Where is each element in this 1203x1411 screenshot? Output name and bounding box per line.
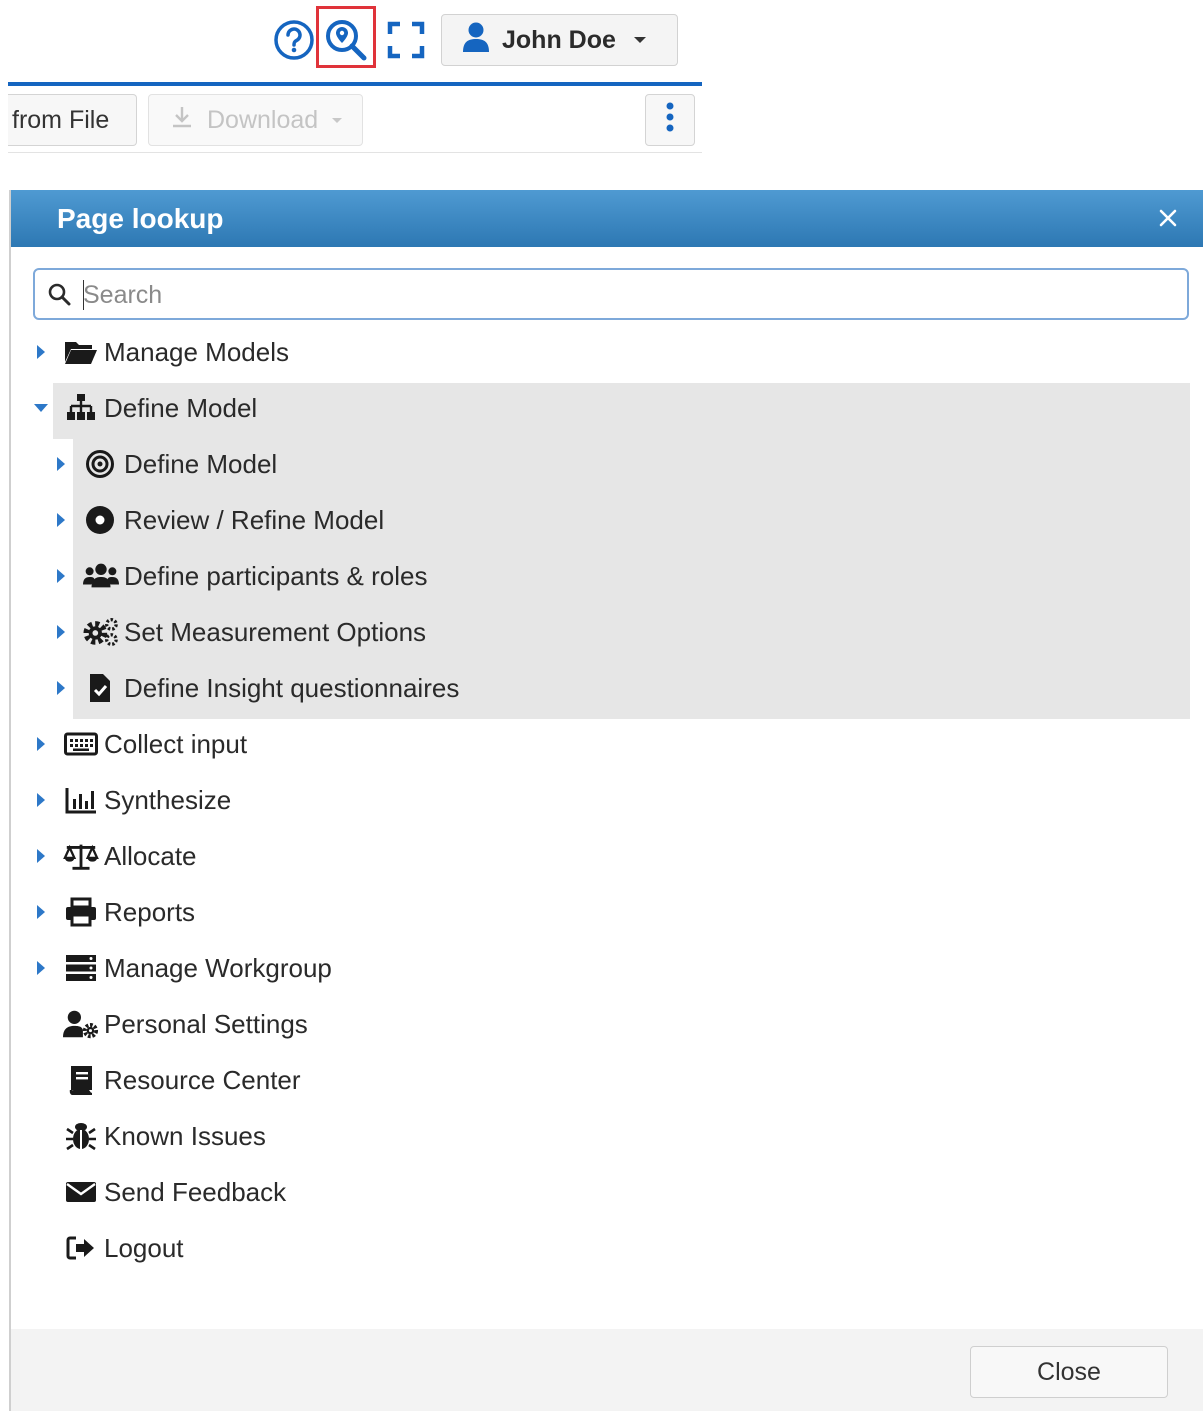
close-icon[interactable]: [1155, 205, 1181, 231]
tree-item-collect-input[interactable]: Collect input: [11, 716, 1191, 772]
search-box: [33, 268, 1189, 320]
toolbar: from File Download: [8, 86, 702, 153]
tree-item-logout[interactable]: Logout: [11, 1220, 1191, 1276]
tree-item-manage-models[interactable]: Manage Models: [11, 324, 1191, 380]
cogs-icon: [83, 614, 119, 650]
tree-item-label: Review / Refine Model: [124, 504, 385, 535]
folder-open-icon: [63, 334, 99, 370]
expand-arrow-icon[interactable]: [57, 569, 65, 583]
tree-item-label: Define Model: [104, 392, 258, 423]
balance-scale-icon: [63, 838, 99, 874]
user-menu-button[interactable]: John Doe: [441, 14, 678, 66]
search-input[interactable]: [81, 276, 1175, 314]
keyboard-icon: [63, 726, 99, 762]
import-from-file-button[interactable]: from File: [8, 94, 137, 146]
download-button[interactable]: Download: [148, 94, 363, 146]
tree-item-label: Reports: [104, 896, 196, 927]
collapse-arrow-icon[interactable]: [34, 404, 48, 412]
expand-arrow-icon[interactable]: [37, 961, 45, 975]
tree-item-allocate[interactable]: Allocate: [11, 828, 1191, 884]
expand-arrow-icon[interactable]: [37, 345, 45, 359]
expand-arrow-icon[interactable]: [57, 457, 65, 471]
bar-chart-icon: [63, 782, 99, 818]
bug-icon: [63, 1118, 99, 1154]
sign-out-icon: [63, 1230, 99, 1266]
download-icon: [171, 105, 193, 136]
user-cog-icon: [63, 1006, 99, 1042]
tree-item-label: Synthesize: [104, 784, 232, 815]
tree-item-label: Personal Settings: [104, 1008, 308, 1039]
fullscreen-icon[interactable]: [384, 18, 428, 62]
user-icon: [462, 22, 490, 59]
user-name: John Doe: [502, 25, 616, 54]
tree-item-label: Resource Center: [104, 1064, 301, 1095]
dialog-title: Page lookup: [57, 202, 224, 234]
dialog-footer: Close: [11, 1329, 1203, 1411]
expand-arrow-icon[interactable]: [37, 737, 45, 751]
chevron-down-icon: [633, 37, 646, 43]
tree-item-manage-workgroup[interactable]: Manage Workgroup: [11, 940, 1191, 996]
tree-item-set-measurement-options[interactable]: Set Measurement Options: [11, 604, 1191, 660]
tree-item-label: Define Model: [124, 448, 278, 479]
tree-item-label: Logout: [104, 1232, 184, 1263]
download-label: Download: [207, 105, 319, 134]
tree-item-label: Allocate: [104, 840, 197, 871]
tree-item-define-model[interactable]: Define Model: [11, 380, 1191, 436]
tree-item-reports[interactable]: Reports: [11, 884, 1191, 940]
tree-item-label: Set Measurement Options: [124, 616, 427, 647]
dialog-header: Page lookup: [11, 190, 1203, 247]
tree-item-known-issues[interactable]: Known Issues: [11, 1108, 1191, 1164]
tree-item-label: Manage Models: [104, 336, 289, 367]
tree-item-label: Collect input: [104, 728, 248, 759]
import-from-file-label: from File: [12, 105, 110, 134]
tree-item-label: Manage Workgroup: [104, 952, 332, 983]
tree-item-resource-center[interactable]: Resource Center: [11, 1052, 1191, 1108]
expand-arrow-icon[interactable]: [37, 905, 45, 919]
top-bar: John Doe: [0, 0, 1203, 86]
tree-item-define-insight-questionnaires[interactable]: Define Insight questionnaires: [11, 660, 1191, 716]
expand-arrow-icon[interactable]: [57, 681, 65, 695]
tree-item-define-model-child[interactable]: Define Model: [11, 436, 1191, 492]
tree-item-label: Define participants & roles: [124, 560, 428, 591]
file-check-icon: [82, 670, 118, 706]
tree-item-label: Send Feedback: [104, 1176, 287, 1207]
tree-item-personal-settings[interactable]: Personal Settings: [11, 996, 1191, 1052]
server-icon: [63, 950, 99, 986]
tree-item-define-participants[interactable]: Define participants & roles: [11, 548, 1191, 604]
chevron-down-icon: [332, 117, 343, 123]
close-button[interactable]: Close: [970, 1346, 1168, 1398]
envelope-icon: [63, 1174, 99, 1210]
expand-arrow-icon[interactable]: [57, 513, 65, 527]
vertical-ellipsis-icon: [665, 102, 675, 139]
tree-item-send-feedback[interactable]: Send Feedback: [11, 1164, 1191, 1220]
sitemap-icon: [63, 390, 99, 426]
record-circle-icon: [82, 502, 118, 538]
page-lookup-dialog: Page lookup Manage Models: [9, 190, 1203, 1411]
question-circle-icon[interactable]: [272, 18, 316, 62]
bullseye-icon: [82, 446, 118, 482]
tree-item-label: Known Issues: [104, 1120, 266, 1151]
tree-item-review-refine-model[interactable]: Review / Refine Model: [11, 492, 1191, 548]
printer-icon: [63, 894, 99, 930]
highlight-box: [316, 6, 376, 68]
tree-item-label: Define Insight questionnaires: [124, 672, 460, 703]
search-icon: [47, 282, 71, 311]
users-icon: [83, 558, 119, 594]
more-options-button[interactable]: [645, 94, 695, 146]
expand-arrow-icon[interactable]: [37, 849, 45, 863]
tree-item-synthesize[interactable]: Synthesize: [11, 772, 1191, 828]
book-icon: [63, 1062, 99, 1098]
expand-arrow-icon[interactable]: [57, 625, 65, 639]
expand-arrow-icon[interactable]: [37, 793, 45, 807]
